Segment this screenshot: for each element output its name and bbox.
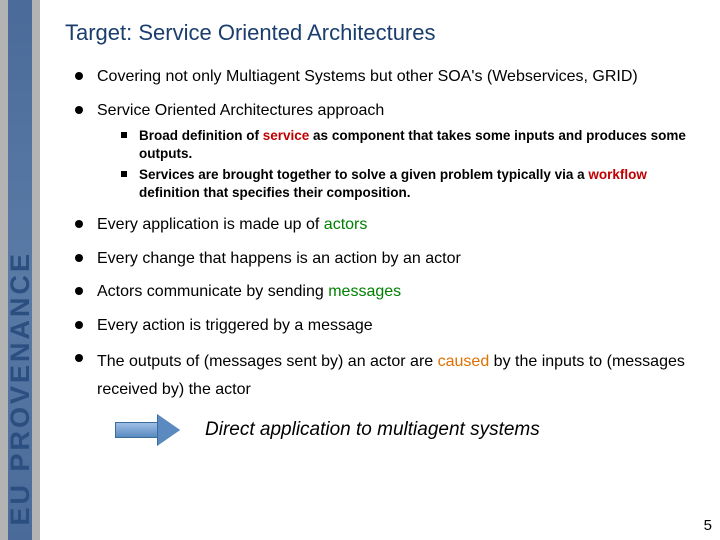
sub-1: Broad definition of service as component… — [121, 127, 705, 163]
conclusion-text: Direct application to multiagent systems — [205, 419, 540, 441]
hl-service: service — [263, 128, 310, 143]
sidebar-label-wrap: EU PROVENANCE — [0, 66, 44, 526]
slide-title: Target: Service Oriented Architectures — [65, 20, 705, 46]
bullet-2: Service Oriented Architectures approach … — [75, 100, 705, 202]
bullet-1-text: Covering not only Multiagent Systems but… — [97, 68, 638, 85]
bullet-2-text: Service Oriented Architectures approach — [97, 102, 384, 119]
sidebar-label: EU PROVENANCE — [5, 251, 36, 526]
slide-content: Target: Service Oriented Architectures C… — [55, 20, 705, 530]
bullet-list: Covering not only Multiagent Systems but… — [75, 66, 705, 403]
page-number: 5 — [704, 517, 712, 534]
bullet-6-text: Every action is triggered by a message — [97, 317, 373, 334]
bullet-3: Every application is made up of actors — [75, 214, 705, 236]
arrow-icon — [115, 415, 187, 445]
bullet-4-text: Every change that happens is an action b… — [97, 250, 461, 267]
sub-2: Services are brought together to solve a… — [121, 166, 705, 202]
hl-actors: actors — [324, 216, 368, 233]
bullet-4: Every change that happens is an action b… — [75, 248, 705, 270]
bullet-6: Every action is triggered by a message — [75, 315, 705, 337]
bullet-7: The outputs of (messages sent by) an act… — [75, 348, 705, 402]
hl-workflow: workflow — [588, 167, 647, 182]
bullet-1: Covering not only Multiagent Systems but… — [75, 66, 705, 88]
hl-caused: caused — [438, 353, 490, 370]
sub-list: Broad definition of service as component… — [121, 127, 705, 202]
bullet-5: Actors communicate by sending messages — [75, 281, 705, 303]
hl-messages: messages — [328, 283, 401, 300]
conclusion-row: Direct application to multiagent systems — [115, 415, 705, 445]
